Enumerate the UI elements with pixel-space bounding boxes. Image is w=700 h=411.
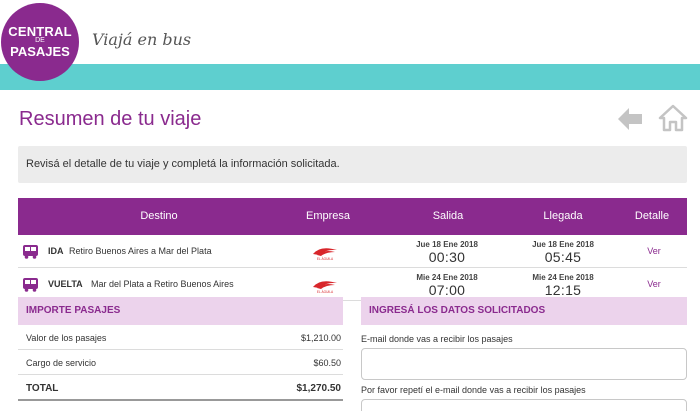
bus-icon: [23, 245, 38, 259]
total-value: $1,270.50: [296, 383, 342, 394]
price-row: Valor de los pasajes $1,210.00: [18, 325, 343, 350]
departure-date: Jue 18 Ene 2018: [416, 240, 478, 249]
col-detalle: Detalle: [634, 210, 670, 222]
table-row: IDA Retiro Buenos Aires a Mar del Plata …: [18, 235, 687, 268]
home-icon[interactable]: [658, 104, 688, 132]
instructions-notice: Revisá el detalle de tu viaje y completá…: [18, 146, 687, 183]
central-de-pasajes-logo[interactable]: CENTRAL DE PASAJES: [1, 3, 79, 81]
bus-icon: [23, 278, 38, 292]
arrival-time: 05:45: [544, 249, 582, 265]
price-row: Cargo de servicio $60.50: [18, 350, 343, 375]
email-label: E-mail donde vas a recibir los pasajes: [361, 334, 513, 344]
site-header: CENTRAL DE PASAJES Viajá en bus: [0, 0, 700, 90]
form-title: INGRESÁ LOS DATOS SOLICITADOS: [361, 297, 687, 325]
col-salida: Salida: [432, 210, 464, 222]
departure-time: 07:00: [428, 282, 466, 298]
company-name: EL ÁGUILA: [317, 290, 334, 294]
trip-route: Retiro Buenos Aires a Mar del Plata: [69, 246, 212, 256]
col-destino: Destino: [140, 210, 178, 222]
arrival-cell: Jue 18 Ene 2018 05:45: [518, 240, 608, 265]
price-value: $60.50: [313, 358, 341, 368]
pricing-title: IMPORTE PASAJES: [18, 297, 343, 325]
trip-route: Mar del Plata a Retiro Buenos Aires: [91, 279, 234, 289]
arrival-date: Mie 24 Ene 2018: [532, 273, 594, 282]
table-header: Destino Empresa Salida Llegada Detalle: [18, 198, 687, 235]
passenger-data-panel: INGRESÁ LOS DATOS SOLICITADOS: [361, 297, 687, 325]
departure-time: 00:30: [428, 249, 466, 265]
price-label: Cargo de servicio: [26, 358, 97, 368]
el-aguila-logo: EL ÁGUILA: [313, 248, 337, 261]
logo-text-pasajes: PASAJES: [10, 44, 70, 59]
logo-text-de: DE: [35, 37, 45, 44]
arrival-cell: Mie 24 Ene 2018 12:15: [518, 273, 608, 298]
pricing-panel: IMPORTE PASAJES Valor de los pasajes $1,…: [18, 297, 343, 401]
trip-summary-table: Destino Empresa Salida Llegada Detalle I…: [18, 198, 687, 301]
detail-link[interactable]: Ver: [638, 279, 670, 289]
header-bar: [0, 64, 700, 90]
col-llegada: Llegada: [543, 210, 583, 222]
departure-date: Mie 24 Ene 2018: [416, 273, 478, 282]
nav-icons: [616, 104, 690, 132]
tagline: Viajá en bus: [92, 30, 192, 49]
company-name: EL ÁGUILA: [317, 257, 334, 261]
confirm-email-field[interactable]: [361, 399, 687, 411]
arrival-time: 12:15: [544, 282, 582, 298]
price-label: Valor de los pasajes: [26, 333, 107, 343]
price-value: $1,210.00: [300, 333, 341, 343]
page-title: Resumen de tu viaje: [19, 108, 202, 130]
email-field[interactable]: [361, 348, 687, 380]
trip-direction: IDA: [48, 246, 64, 256]
departure-cell: Mie 24 Ene 2018 07:00: [402, 273, 492, 298]
confirm-email-label: Por favor repetí el e-mail donde vas a r…: [361, 385, 586, 395]
el-aguila-logo: EL ÁGUILA: [313, 281, 337, 294]
total-label: TOTAL: [26, 383, 59, 394]
departure-cell: Jue 18 Ene 2018 00:30: [402, 240, 492, 265]
total-row: TOTAL $1,270.50: [18, 375, 343, 401]
arrow-left-icon[interactable]: [616, 106, 644, 132]
col-empresa: Empresa: [305, 210, 351, 222]
detail-link[interactable]: Ver: [638, 246, 670, 256]
trip-direction: VUELTA: [48, 279, 83, 289]
arrival-date: Jue 18 Ene 2018: [532, 240, 594, 249]
